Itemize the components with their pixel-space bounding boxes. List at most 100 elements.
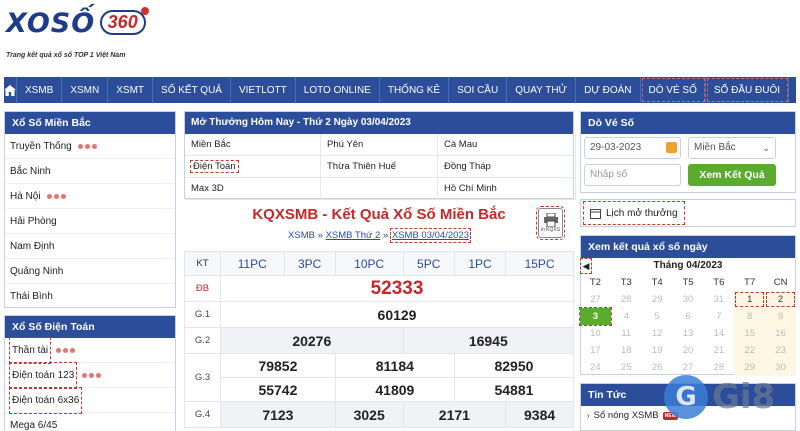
table-row-kt: KT 11PC 3PC 10PC 5PC 1PC 15PC: [184, 251, 574, 276]
nav-du-doan[interactable]: DỰ ĐOÁN: [576, 77, 641, 103]
bullet-icon: ›: [587, 411, 590, 420]
kt-code: 10PC: [334, 251, 404, 276]
province-ho-chi-minh[interactable]: Hồ Chí Minh: [438, 178, 576, 200]
nav-quay-thu[interactable]: QUAY THỬ: [507, 77, 577, 103]
nav-so-mo[interactable]: SỐ MƠ: [789, 77, 800, 103]
calendar-day: 16: [765, 325, 796, 342]
kt-code: 5PC: [402, 251, 455, 276]
left-item-dien-toan-6x36[interactable]: Điện toán 6x36: [5, 386, 175, 414]
nav-vietlott[interactable]: VIETLOTT: [231, 77, 296, 103]
kt-code: 11PC: [220, 251, 285, 276]
lich-mo-thuong-link[interactable]: Lịch mở thưởng: [583, 201, 685, 225]
calendar-day: 29: [651, 294, 663, 305]
number-input[interactable]: Nhập số: [584, 164, 681, 186]
print-button[interactable]: in KQXS: [536, 206, 565, 240]
calendar-day-today[interactable]: 3: [579, 307, 612, 326]
calendar-day: 29: [734, 359, 766, 376]
mien-bac-title: Xổ Số Miền Bắc: [5, 112, 175, 134]
kt-label: KT: [184, 251, 221, 276]
weekday-label: T3: [620, 277, 632, 288]
calendar-day: 6: [685, 311, 691, 322]
province-dong-thap[interactable]: Đồng Tháp: [438, 156, 576, 178]
watermark-logo: G Gi8: [664, 375, 775, 419]
left-item-thai-binh[interactable]: Thái Bình: [5, 284, 175, 309]
kt-code: 3PC: [283, 251, 336, 276]
left-item-bac-ninh[interactable]: Bắc Ninh: [5, 159, 175, 184]
table-row-g2: G.2 20276 16945: [184, 327, 575, 354]
calendar-day: 11: [621, 328, 632, 339]
table-row-g3b: 55742 41809 54881: [185, 377, 575, 402]
result-title: KQXSMB - Kết Quả Xổ Số Miền Bắc: [252, 206, 506, 223]
calendar-day: 5: [654, 311, 660, 322]
prize-g4-value: 9384: [505, 401, 574, 428]
province-mien-bac[interactable]: Miền Bắc: [185, 134, 321, 156]
prize-g4-value: 7123: [220, 401, 336, 428]
nav-so-ket-qua[interactable]: SỐ KẾT QUẢ: [153, 77, 231, 103]
prize-db-value: 52333: [220, 275, 574, 302]
nav-do-ve-so[interactable]: DÒ VÉ SỐ: [641, 77, 706, 103]
nav-soi-cau[interactable]: SOI CẦU: [449, 77, 508, 103]
left-item-hai-phong[interactable]: Hải Phòng: [5, 209, 175, 234]
live-dots-icon: [56, 347, 76, 353]
prize-g3-value: 55742: [220, 377, 336, 402]
province-dien-toan[interactable]: Điện Toán: [185, 156, 321, 178]
prize-g2-value: 20276: [220, 327, 404, 354]
weekday-label: T6: [713, 277, 725, 288]
province-phu-yen[interactable]: Phú Yên: [321, 134, 438, 156]
left-item-mega-645[interactable]: Mega 6/45: [5, 413, 175, 431]
table-row-db: ĐB 52333: [184, 275, 574, 302]
calendar-icon: [666, 142, 677, 153]
result-table: KT 11PC 3PC 10PC 5PC 1PC 15PC ĐB 52333 G…: [184, 251, 575, 428]
prize-g3-value: 82950: [453, 353, 575, 378]
calendar-day: 17: [590, 345, 601, 356]
today-draws-title: Mở Thưởng Hôm Nay - Thứ 2 Ngày 03/04/202…: [185, 112, 573, 134]
nav-xsmb[interactable]: XSMB: [17, 77, 63, 103]
calendar-day: 31: [713, 294, 725, 305]
calendar-day: 18: [620, 345, 632, 356]
left-item-ha-noi[interactable]: Hà Nội: [5, 184, 175, 209]
nav-xsmn[interactable]: XSMN: [62, 77, 109, 103]
calendar-day: 26: [651, 362, 663, 373]
prize-label-db: ĐB: [184, 275, 221, 302]
left-item-dien-toan-123[interactable]: Điện toán 123: [5, 361, 175, 389]
province-max-3d[interactable]: Max 3D: [185, 178, 321, 200]
date-field[interactable]: 29-03-2023: [584, 137, 681, 159]
weekday-label: CN: [773, 277, 788, 288]
live-dots-icon: [46, 193, 66, 199]
calendar-day[interactable]: 1: [734, 291, 766, 308]
dien-toan-panel: Xổ Số Điện Toán Thần tài Điện toán 123 Đ…: [4, 315, 176, 431]
calendar-title: Xem kết quả xổ số ngày: [581, 236, 795, 258]
left-item-nam-dinh[interactable]: Nam Định: [5, 234, 175, 259]
table-row-g1: G.1 60129: [184, 301, 574, 328]
prize-label-g1: G.1: [184, 301, 221, 328]
nav-so-dau-duoi[interactable]: SỔ ĐẦU ĐUÔI: [706, 77, 790, 103]
site-logo[interactable]: XOSỐ 360: [6, 7, 149, 39]
calendar-day: 9: [765, 308, 796, 325]
today-draws-panel: Mở Thưởng Hôm Nay - Thứ 2 Ngày 03/04/202…: [184, 111, 576, 200]
calendar-day: 7: [716, 311, 722, 322]
live-dots-icon: [82, 372, 102, 378]
left-item-quang-ninh[interactable]: Quảng Ninh: [5, 259, 175, 284]
view-result-button[interactable]: Xem Kết Quả: [688, 164, 776, 186]
watermark-circle-icon: G: [664, 375, 708, 419]
home-icon[interactable]: [4, 77, 17, 103]
breadcrumb-current[interactable]: XSMB 03/04/2023: [389, 228, 471, 243]
table-row-g3a: G.3 79852 81184 82950: [184, 353, 575, 402]
breadcrumb-xsmb[interactable]: XSMB: [288, 230, 315, 241]
prize-label-g2: G.2: [184, 327, 221, 354]
weekday-label: T2: [589, 277, 601, 288]
breadcrumb-xsmb-thu-2[interactable]: XSMB Thứ 2: [326, 230, 381, 241]
calendar-day[interactable]: 2: [765, 291, 796, 308]
province-thua-thien-hue[interactable]: Thừa Thiên Huế: [321, 156, 438, 178]
mien-bac-panel: Xổ Số Miền Bắc Truyền Thống Bắc Ninh Hà …: [4, 111, 176, 308]
left-item-truyen-thong[interactable]: Truyền Thống: [5, 134, 175, 159]
province-ca-mau[interactable]: Cà Mau: [438, 134, 576, 156]
nav-loto-online[interactable]: LOTO ONLINE: [296, 77, 380, 103]
kt-code: 15PC: [505, 251, 574, 276]
province-empty: [321, 178, 438, 200]
prize-label-g3: G.3: [184, 353, 221, 402]
nav-thong-ke[interactable]: THỐNG KÊ: [380, 77, 450, 103]
region-select[interactable]: Miền Bắc ⌄: [688, 137, 776, 159]
left-item-than-tai[interactable]: Thần tài: [5, 336, 175, 364]
nav-xsmt[interactable]: XSMT: [108, 77, 154, 103]
